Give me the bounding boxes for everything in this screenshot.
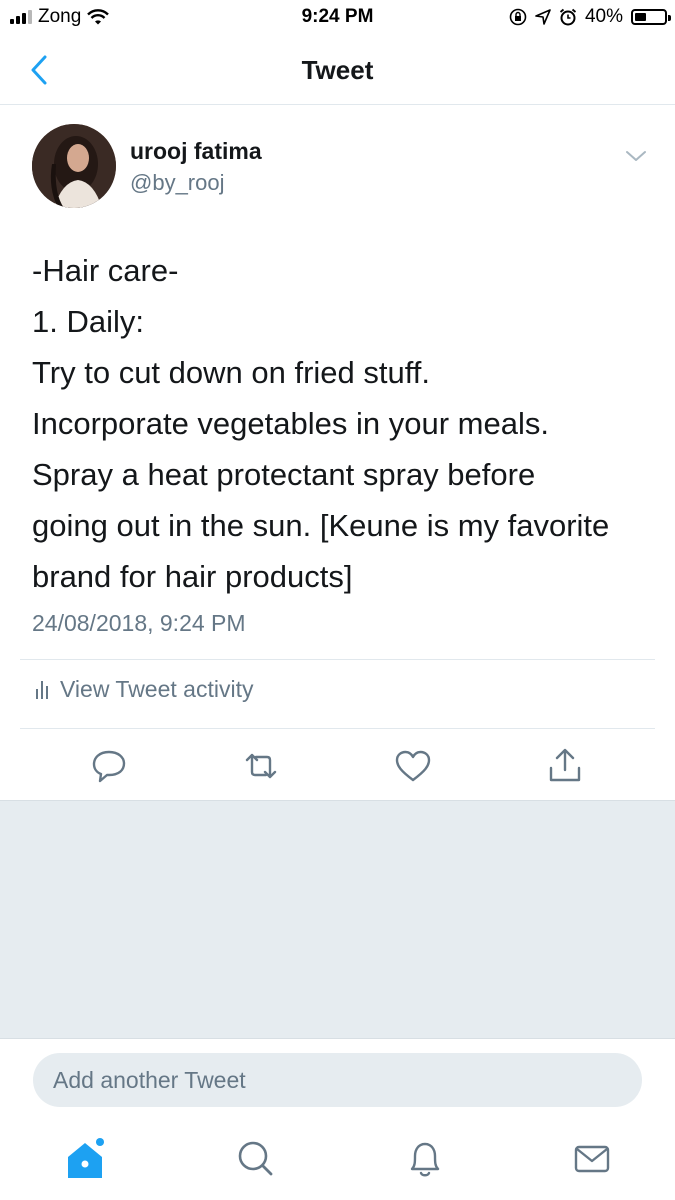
retweet-icon[interactable] — [239, 744, 283, 788]
tweet-actions — [0, 744, 675, 788]
add-tweet-input[interactable]: Add another Tweet — [33, 1053, 642, 1107]
tweet-line: Try to cut down on fried stuff. — [32, 355, 431, 390]
divider — [20, 659, 655, 660]
like-icon[interactable] — [391, 744, 435, 788]
bar-chart-icon — [36, 680, 48, 699]
notifications-icon[interactable] — [400, 1134, 450, 1184]
tweet-line: brand for hair products] — [32, 559, 353, 594]
tweet-line: 1. Daily: — [32, 304, 144, 339]
share-icon[interactable] — [543, 744, 587, 788]
author-name[interactable]: urooj fatima — [130, 138, 262, 165]
alarm-icon — [559, 8, 577, 26]
battery-percent: 40% — [584, 6, 623, 27]
location-icon — [535, 9, 551, 25]
tweet-line: going out in the sun. [Keune is my favor… — [32, 508, 610, 543]
tweet-activity-link[interactable]: View Tweet activity — [36, 676, 253, 703]
tweet-text: -Hair care- 1. Daily: Try to cut down on… — [32, 245, 652, 602]
messages-icon[interactable] — [567, 1134, 617, 1184]
page-title: Tweet — [301, 55, 374, 85]
nav-bar: Tweet — [0, 36, 675, 105]
tweet-author: urooj fatima @by_rooj — [32, 124, 652, 214]
status-right: 40% — [509, 6, 671, 28]
tweet-line: Spray a heat protectant spray before — [32, 457, 536, 492]
avatar[interactable] — [32, 124, 116, 208]
compose-bar: Add another Tweet — [0, 1038, 675, 1121]
battery-icon — [631, 9, 671, 25]
screen-lock-icon — [509, 8, 527, 26]
tweet-activity-label: View Tweet activity — [60, 676, 254, 702]
empty-replies-area — [0, 800, 675, 1039]
author-handle[interactable]: @by_rooj — [130, 170, 225, 196]
tweet-line: Incorporate vegetables in your meals. — [32, 406, 549, 441]
tweet-detail-screen: Zong 9:24 PM 40% Tweet urooj fatima @by_… — [0, 0, 675, 1200]
tweet-timestamp: 24/08/2018, 9:24 PM — [32, 610, 246, 636]
divider — [20, 728, 655, 729]
chevron-down-icon[interactable] — [622, 142, 650, 170]
search-icon[interactable] — [230, 1134, 280, 1184]
tab-bar — [0, 1120, 675, 1200]
reply-icon[interactable] — [87, 744, 131, 788]
tweet-line: -Hair care- — [32, 253, 179, 288]
home-icon[interactable] — [60, 1134, 110, 1184]
status-bar: Zong 9:24 PM 40% — [0, 0, 675, 36]
